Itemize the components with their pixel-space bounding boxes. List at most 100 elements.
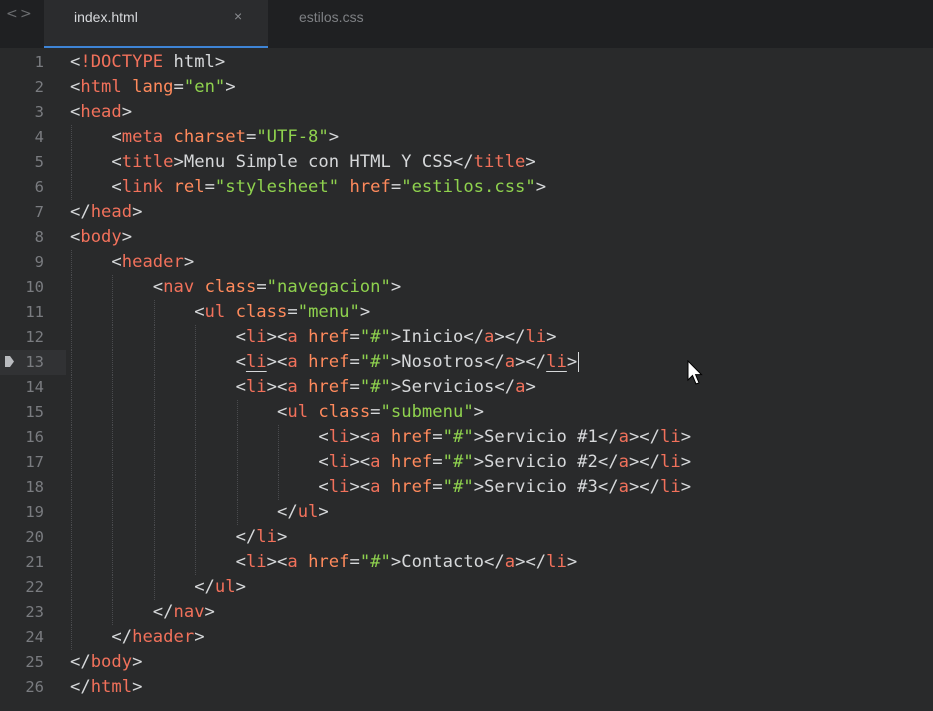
tag-token: li	[328, 477, 350, 497]
code-text[interactable]: </nav>	[153, 600, 215, 625]
code-line[interactable]: 13 <li><a href="#">Nosotros</a></li>	[0, 350, 933, 375]
code-text[interactable]: <!DOCTYPE html>	[70, 50, 225, 75]
text-token: Servicio #2	[484, 452, 598, 472]
close-icon[interactable]: ×	[234, 8, 242, 24]
code-text[interactable]: <html lang="en">	[70, 75, 236, 100]
gutter-cell[interactable]: 25	[0, 650, 66, 675]
gutter-cell[interactable]: 18	[0, 475, 66, 500]
code-line[interactable]: 23 </nav>	[0, 600, 933, 625]
gutter-cell[interactable]: 10	[0, 275, 66, 300]
code-line[interactable]: 3 <head>	[0, 100, 933, 125]
tab-index-html[interactable]: index.html ×	[44, 0, 268, 48]
gutter-cell[interactable]: 17	[0, 450, 66, 475]
code-text[interactable]: <ul class="submenu">	[277, 400, 484, 425]
code-text[interactable]: <li><a href="#">Contacto</a></li>	[236, 550, 578, 575]
code-text[interactable]: <head>	[70, 100, 132, 125]
attribute-token: rel	[173, 177, 205, 197]
code-line[interactable]: 11 <ul class="menu">	[0, 300, 933, 325]
gutter-cell[interactable]: 9	[0, 250, 66, 275]
code-line[interactable]: 14 <li><a href="#">Servicios</a>	[0, 375, 933, 400]
code-text[interactable]: <li><a href="#">Servicio #2</a></li>	[318, 450, 691, 475]
code-text[interactable]: <li><a href="#">Inicio</a></li>	[236, 325, 557, 350]
code-text[interactable]: <body>	[70, 225, 132, 250]
attribute-token: href	[390, 452, 433, 472]
punctuation-token: =	[432, 427, 443, 447]
code-line[interactable]: 7 </head>	[0, 200, 933, 225]
code-text[interactable]: <li><a href="#">Nosotros</a></li>	[236, 350, 580, 375]
gutter-cell[interactable]: 7	[0, 200, 66, 225]
code-line[interactable]: 10 <nav class="navegacion">	[0, 275, 933, 300]
code-line[interactable]: 6 <link rel="stylesheet" href="estilos.cs…	[0, 175, 933, 200]
code-line[interactable]: 22 </ul>	[0, 575, 933, 600]
gutter-cell[interactable]: 6	[0, 175, 66, 200]
code-text[interactable]: <li><a href="#">Servicios</a>	[236, 375, 536, 400]
code-line[interactable]: 17 <li><a href="#">Servicio #2</a></li>	[0, 450, 933, 475]
code-line[interactable]: 26 </html>	[0, 675, 933, 700]
code-editor[interactable]: 1 <!DOCTYPE html> 2 <html lang="en"> 3 <head>…	[0, 50, 933, 711]
code-line[interactable]: 25 </body>	[0, 650, 933, 675]
code-line[interactable]: 21 <li><a href="#">Contacto</a></li>	[0, 550, 933, 575]
code-line[interactable]: 9 <header>	[0, 250, 933, 275]
gutter-cell[interactable]: 8	[0, 225, 66, 250]
chevron-right-icon[interactable]: >	[20, 6, 34, 22]
code-line[interactable]: 16 <li><a href="#">Servicio #1</a></li>	[0, 425, 933, 450]
code-line[interactable]: 5 <title>Menu Simple con HTML Y CSS</titl…	[0, 150, 933, 175]
gutter-cell[interactable]: 15	[0, 400, 66, 425]
tag-token: a	[504, 552, 516, 572]
code-line[interactable]: 12 <li><a href="#">Inicio</a></li>	[0, 325, 933, 350]
code-text[interactable]: <title>Menu Simple con HTML Y CSS</title…	[111, 150, 535, 175]
gutter-cell[interactable]: 22	[0, 575, 66, 600]
tab-estilos-css[interactable]: estilos.css	[268, 0, 488, 48]
code-line[interactable]: 20 </li>	[0, 525, 933, 550]
gutter-cell[interactable]: 16	[0, 425, 66, 450]
code-line[interactable]: 2 <html lang="en">	[0, 75, 933, 100]
code-text[interactable]: <li><a href="#">Servicio #3</a></li>	[318, 475, 691, 500]
tag-token: nav	[173, 602, 205, 622]
code-text[interactable]: <li><a href="#">Servicio #1</a></li>	[318, 425, 691, 450]
code-text[interactable]: <meta charset="UTF-8">	[111, 125, 339, 150]
code-text[interactable]: </ul>	[277, 500, 329, 525]
code-line[interactable]: 1 <!DOCTYPE html>	[0, 50, 933, 75]
code-line[interactable]: 8 <body>	[0, 225, 933, 250]
code-line[interactable]: 18 <li><a href="#">Servicio #3</a></li>	[0, 475, 933, 500]
code-text[interactable]: </li>	[236, 525, 288, 550]
code-text[interactable]: <header>	[111, 250, 194, 275]
code-text[interactable]: <link rel="stylesheet" href="estilos.css…	[111, 175, 546, 200]
gutter-cell[interactable]: 21	[0, 550, 66, 575]
gutter-cell[interactable]: 4	[0, 125, 66, 150]
chevron-left-icon[interactable]: <	[6, 6, 20, 22]
gutter-cell[interactable]: 24	[0, 625, 66, 650]
code-line[interactable]: 15 <ul class="submenu">	[0, 400, 933, 425]
gutter-cell[interactable]: 23	[0, 600, 66, 625]
code-text[interactable]: </ul>	[194, 575, 246, 600]
gutter-cell[interactable]: 3	[0, 100, 66, 125]
code-text[interactable]: </header>	[111, 625, 204, 650]
line-number: 15	[25, 403, 44, 421]
gutter-cell[interactable]: 12	[0, 325, 66, 350]
indent-guide	[112, 400, 114, 425]
punctuation-token: >	[132, 677, 143, 697]
text-token: Servicio #3	[484, 477, 598, 497]
gutter-cell[interactable]: 13	[0, 350, 66, 375]
indent-guide	[71, 575, 72, 600]
code-line[interactable]: 19 </ul>	[0, 500, 933, 525]
code-text[interactable]: </head>	[70, 200, 142, 225]
punctuation-token: </	[235, 527, 257, 547]
gutter-cell[interactable]: 5	[0, 150, 66, 175]
gutter-cell[interactable]: 2	[0, 75, 66, 100]
gutter-cell[interactable]: 19	[0, 500, 66, 525]
mouse-pointer-icon	[687, 360, 703, 385]
code-text[interactable]: <nav class="navegacion">	[153, 275, 401, 300]
code-text[interactable]: <ul class="menu">	[194, 300, 370, 325]
code-text[interactable]: </html>	[70, 675, 142, 700]
gutter-cell[interactable]: 20	[0, 525, 66, 550]
code-line[interactable]: 4 <meta charset="UTF-8">	[0, 125, 933, 150]
gutter-cell[interactable]: 26	[0, 675, 66, 700]
gutter-cell[interactable]: 11	[0, 300, 66, 325]
tab-label: index.html	[74, 9, 138, 25]
code-line[interactable]: 24 </header>	[0, 625, 933, 650]
tag-token: li	[659, 452, 681, 472]
gutter-cell[interactable]: 14	[0, 375, 66, 400]
code-text[interactable]: </body>	[70, 650, 142, 675]
gutter-cell[interactable]: 1	[0, 50, 66, 75]
